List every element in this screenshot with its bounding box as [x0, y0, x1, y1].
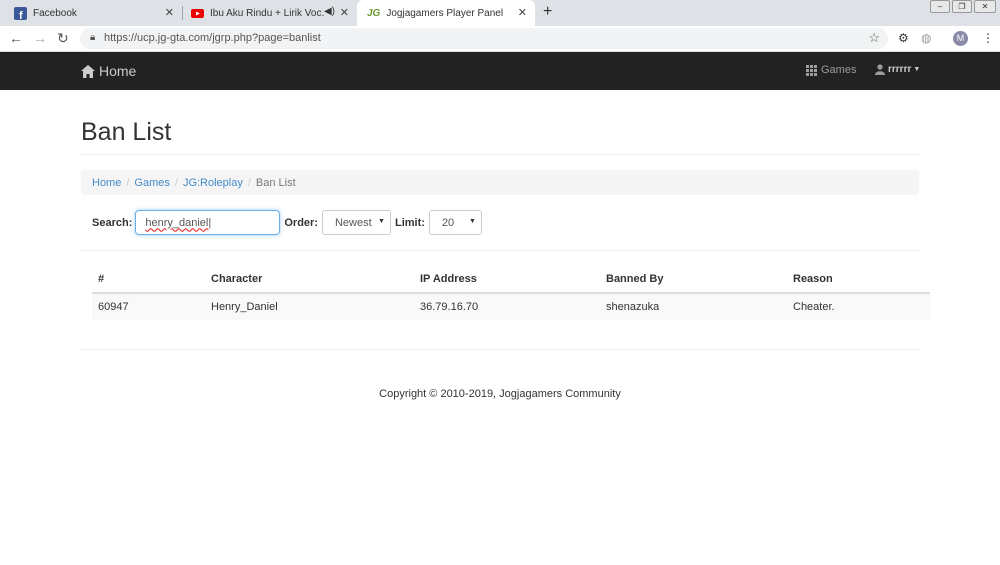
tab-youtube[interactable]: Ibu Aku Rindu + Lirik Voc. Gi ◀) ✕	[183, 0, 357, 26]
browser-tabstrip: f Facebook ✕ Ibu Aku Rindu + Lirik Voc. …	[0, 0, 1000, 26]
breadcrumb-separator: /	[247, 176, 251, 189]
user-icon	[875, 64, 885, 75]
address-bar[interactable]: 🔒︎ https://ucp.jg-gta.com/jgrp.php?page=…	[80, 28, 888, 49]
home-icon	[81, 64, 95, 78]
ban-table: # Character IP Address Banned By Reason …	[92, 265, 930, 320]
breadcrumb-games[interactable]: Games	[134, 177, 169, 189]
close-tab-icon[interactable]: ✕	[518, 6, 527, 19]
order-value: Newest	[334, 216, 372, 229]
header-character: Character	[205, 265, 414, 294]
tab-title: Facebook	[33, 7, 77, 19]
dropdown-arrow-icon: ▼	[378, 218, 385, 225]
cell-character: Henry_Daniel	[205, 293, 414, 320]
lock-icon: 🔒︎	[90, 32, 96, 43]
limit-select[interactable]: 20 ▼	[428, 210, 482, 235]
close-window-icon[interactable]: ✕	[974, 0, 996, 13]
header-reason: Reason	[787, 265, 930, 294]
breadcrumb-jg-roleplay[interactable]: JG:Roleplay	[183, 177, 243, 189]
footer-copyright: Copyright © 2010-2019, Jogjagamers Commu…	[379, 388, 621, 400]
username-label: rrrrrr	[888, 64, 912, 75]
brand-label: Home	[99, 63, 137, 79]
tab-title: Jogjagamers Player Panel	[386, 7, 504, 19]
close-tab-icon[interactable]: ✕	[340, 6, 349, 19]
browser-toolbar: ← → ↻ 🔒︎ https://ucp.jg-gta.com/jgrp.php…	[0, 26, 1000, 52]
profile-avatar[interactable]: M	[953, 31, 968, 46]
extension-globe-icon[interactable]: ◍	[921, 31, 931, 45]
svg-text:f: f	[19, 10, 23, 20]
table-row: 60947 Henry_Daniel 36.79.16.70 shenazuka…	[92, 293, 930, 320]
dropdown-arrow-icon: ▼	[469, 218, 476, 225]
breadcrumb-current: Ban List	[255, 176, 296, 189]
window-controls: – ❐ ✕	[930, 0, 996, 13]
url-text: https://ucp.jg-gta.com/jgrp.php?page=ban…	[104, 32, 321, 44]
cell-ip-address: 36.79.16.70	[414, 293, 600, 320]
back-icon[interactable]: ←	[9, 30, 23, 46]
breadcrumb-separator: /	[126, 176, 130, 189]
reload-icon[interactable]: ↻	[57, 30, 69, 47]
breadcrumb-separator: /	[174, 176, 178, 189]
order-select[interactable]: Newest ▼	[321, 210, 391, 235]
close-tab-icon[interactable]: ✕	[165, 6, 174, 19]
divider	[81, 154, 919, 155]
cell-reason: Cheater.	[787, 293, 930, 320]
divider	[81, 349, 919, 350]
divider	[81, 250, 919, 251]
header-id: #	[92, 265, 205, 294]
facebook-icon: f	[14, 6, 27, 20]
filter-form: Search: henry_daniel | Order: Newest ▼ Li…	[92, 210, 482, 235]
page-title: Ban List	[81, 118, 172, 146]
search-value: henry_daniel	[145, 216, 209, 229]
tab-jogjagamers[interactable]: JG Jogjagamers Player Panel ✕	[357, 0, 535, 26]
search-input[interactable]: henry_daniel |	[135, 210, 281, 235]
limit-label: Limit:	[394, 216, 425, 229]
minimize-icon[interactable]: –	[930, 0, 950, 13]
home-link[interactable]: Home	[81, 63, 136, 79]
search-label: Search:	[92, 216, 133, 229]
tab-title: Ibu Aku Rindu + Lirik Voc. Gi	[210, 7, 325, 19]
new-tab-button[interactable]: +	[543, 3, 552, 21]
grid-icon	[806, 64, 817, 76]
menu-dots-icon[interactable]: ⋮	[982, 31, 994, 45]
cell-id: 60947	[92, 293, 205, 320]
header-ip-address: IP Address	[414, 265, 600, 294]
breadcrumb-home[interactable]: Home	[92, 177, 121, 189]
games-label: Games	[821, 64, 857, 76]
table-header-row: # Character IP Address Banned By Reason	[92, 265, 930, 294]
cell-banned-by: shenazuka	[600, 293, 787, 320]
breadcrumb: Home / Games / JG:Roleplay / Ban List	[81, 170, 919, 195]
user-menu[interactable]: rrrrrr ▼	[875, 64, 920, 75]
header-banned-by: Banned By	[600, 265, 787, 294]
jg-logo-icon: JG	[367, 7, 381, 19]
youtube-icon	[191, 8, 204, 18]
games-menu[interactable]: Games	[806, 64, 856, 76]
order-label: Order:	[284, 216, 318, 229]
maximize-icon[interactable]: ❐	[952, 0, 972, 13]
caret-down-icon: ▼	[913, 66, 921, 73]
speaker-icon[interactable]: ◀)	[324, 6, 335, 17]
site-navbar: Home Games rrrrrr ▼	[0, 52, 1000, 90]
tab-facebook[interactable]: f Facebook ✕	[0, 0, 182, 26]
limit-value: 20	[441, 216, 455, 229]
forward-icon[interactable]: →	[33, 30, 47, 46]
bookmark-star-icon[interactable]: ☆	[868, 30, 880, 46]
extension-gear-icon[interactable]: ⚙	[898, 31, 909, 45]
